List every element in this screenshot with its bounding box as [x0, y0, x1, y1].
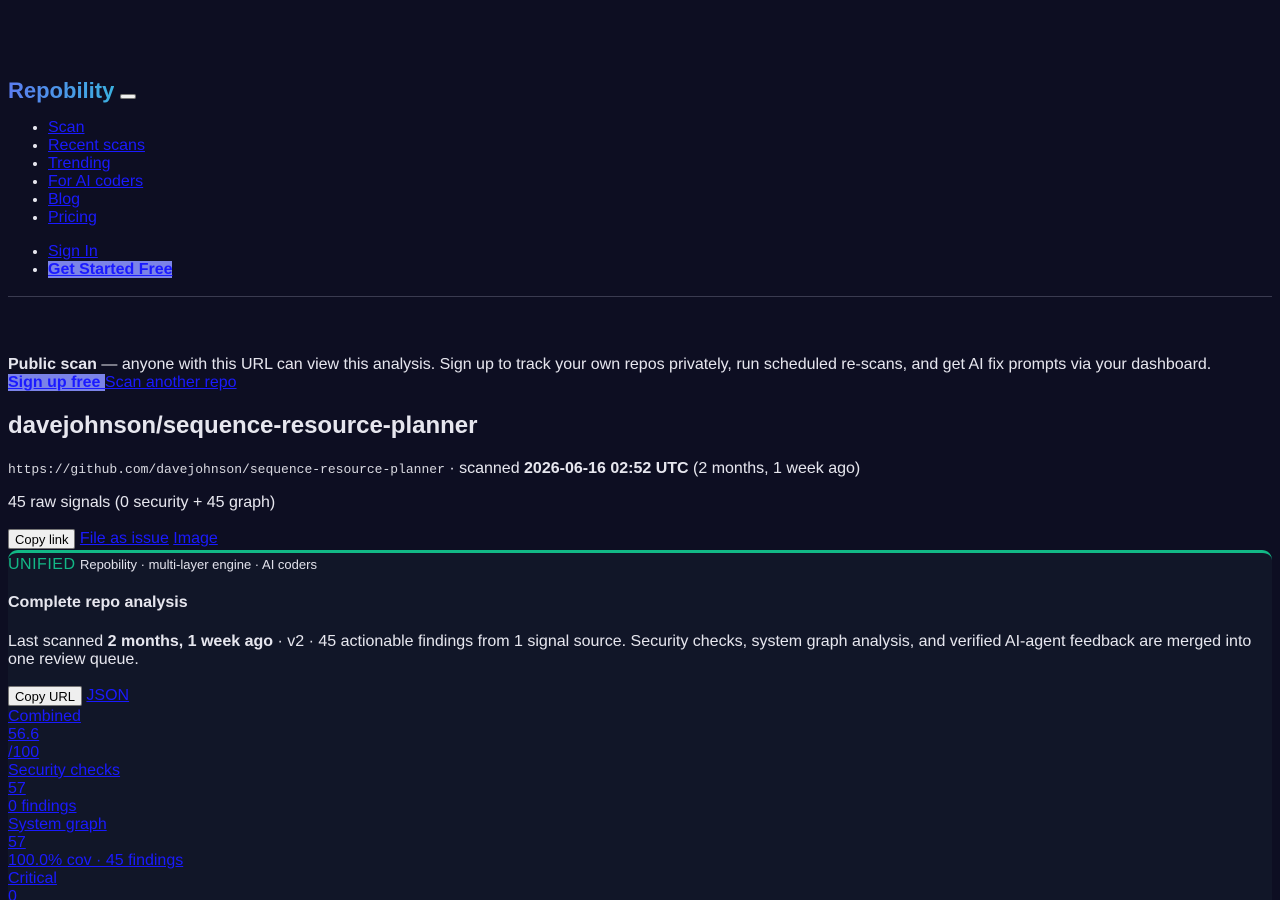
notice-strong: Public scan — [8, 356, 97, 373]
sign-up-free-link[interactable]: Sign up free — [8, 374, 105, 391]
scan-meta: https://github.com/davejohnson/sequence-… — [8, 460, 860, 479]
critical-label[interactable]: Critical — [8, 870, 183, 888]
file-as-issue-link[interactable]: File as issue — [80, 530, 169, 547]
scanned-at: 2026-06-16 02:52 UTC — [524, 460, 689, 477]
header-divider — [8, 296, 1272, 297]
nav-link-pricing[interactable]: Pricing — [48, 209, 97, 226]
share-actions: Copy link File as issue Image — [8, 529, 218, 549]
raw-signals: 45 raw signals (0 security + 45 graph) — [8, 494, 276, 511]
nav-link-for-ai-coders[interactable]: For AI coders — [48, 173, 143, 190]
auth-item: Get Started Free — [48, 261, 1272, 279]
nav-link-trending[interactable]: Trending — [48, 155, 111, 172]
repo-url: https://github.com/davejohnson/sequence-… — [8, 462, 445, 477]
nav-item: Trending — [48, 155, 1272, 173]
json-link[interactable]: JSON — [86, 687, 129, 704]
nav-link-scan[interactable]: Scan — [48, 119, 84, 136]
scanned-ago: (2 months, 1 week ago) — [688, 460, 861, 477]
nav-item: Recent scans — [48, 137, 1272, 155]
nav-item: For AI coders — [48, 173, 1272, 191]
notice-body: — anyone with this URL can view this ana… — [96, 356, 1212, 373]
security-findings[interactable]: 0 findings — [8, 798, 183, 816]
combined-max[interactable]: /100 — [8, 744, 183, 762]
nav-link-recent-scans[interactable]: Recent scans — [48, 137, 145, 154]
nav-link-blog[interactable]: Blog — [48, 191, 80, 208]
auth-item: Sign In — [48, 243, 1272, 261]
auth-nav: Sign In Get Started Free — [8, 243, 1272, 279]
notice-actions: Sign up free Scan another repo — [8, 374, 1272, 392]
combined-label[interactable]: Combined — [8, 708, 183, 726]
panel-title: Complete repo analysis — [8, 594, 188, 611]
nav-item: Blog — [48, 191, 1272, 209]
brand-logo[interactable]: Repobility — [8, 79, 114, 103]
system-graph-label[interactable]: System graph — [8, 816, 183, 834]
panel-tagline: Repobility · multi-layer engine · AI cod… — [79, 557, 317, 572]
sign-up-free-label: Sign up free — [8, 374, 101, 391]
copy-url-button[interactable]: Copy URL — [8, 686, 82, 706]
sign-in-link[interactable]: Sign In — [48, 243, 98, 260]
copy-link-button[interactable]: Copy link — [8, 529, 76, 549]
unified-badge: UNIFIED — [8, 556, 76, 573]
system-graph-value[interactable]: 57 — [8, 834, 183, 852]
metrics-list: Combined 56.6 /100 Security checks 57 0 … — [8, 708, 183, 900]
main-nav: Scan Recent scans Trending For AI coders… — [8, 119, 1272, 227]
system-graph-detail[interactable]: 100.0% cov · 45 findings — [8, 852, 183, 870]
desc-last-scanned: 2 months, 1 week ago — [107, 633, 274, 650]
brand-row: Repobility — [8, 79, 1272, 103]
repo-title: davejohnson/sequence-resource-planner — [8, 412, 478, 439]
image-link[interactable]: Image — [173, 530, 217, 547]
critical-value[interactable]: 0 — [8, 888, 183, 900]
combined-value[interactable]: 56.6 — [8, 726, 183, 744]
panel-tagline-row: UNIFIED Repobility · multi-layer engine … — [8, 555, 317, 575]
nav-item: Scan — [48, 119, 1272, 137]
notice-text: Public scan — anyone with this URL can v… — [8, 356, 1272, 374]
panel-description: Last scanned 2 months, 1 week ago · v2 ·… — [8, 633, 1268, 669]
panel-actions: Copy URL JSON — [8, 686, 129, 706]
security-checks-label[interactable]: Security checks — [8, 762, 183, 780]
public-scan-notice: Public scan — anyone with this URL can v… — [8, 356, 1272, 392]
desc-prefix: Last scanned — [8, 633, 108, 650]
get-started-link[interactable]: Get Started Free — [48, 261, 173, 278]
menu-toggle-button[interactable] — [120, 94, 137, 99]
security-checks-value[interactable]: 57 — [8, 780, 183, 798]
scan-another-repo-link[interactable]: Scan another repo — [105, 374, 237, 391]
unified-analysis-panel: UNIFIED Repobility · multi-layer engine … — [8, 550, 1272, 900]
nav-item: Pricing — [48, 209, 1272, 227]
scanned-label: · scanned — [444, 460, 525, 477]
site-header: Repobility Scan Recent scans Trending Fo… — [8, 79, 1272, 279]
